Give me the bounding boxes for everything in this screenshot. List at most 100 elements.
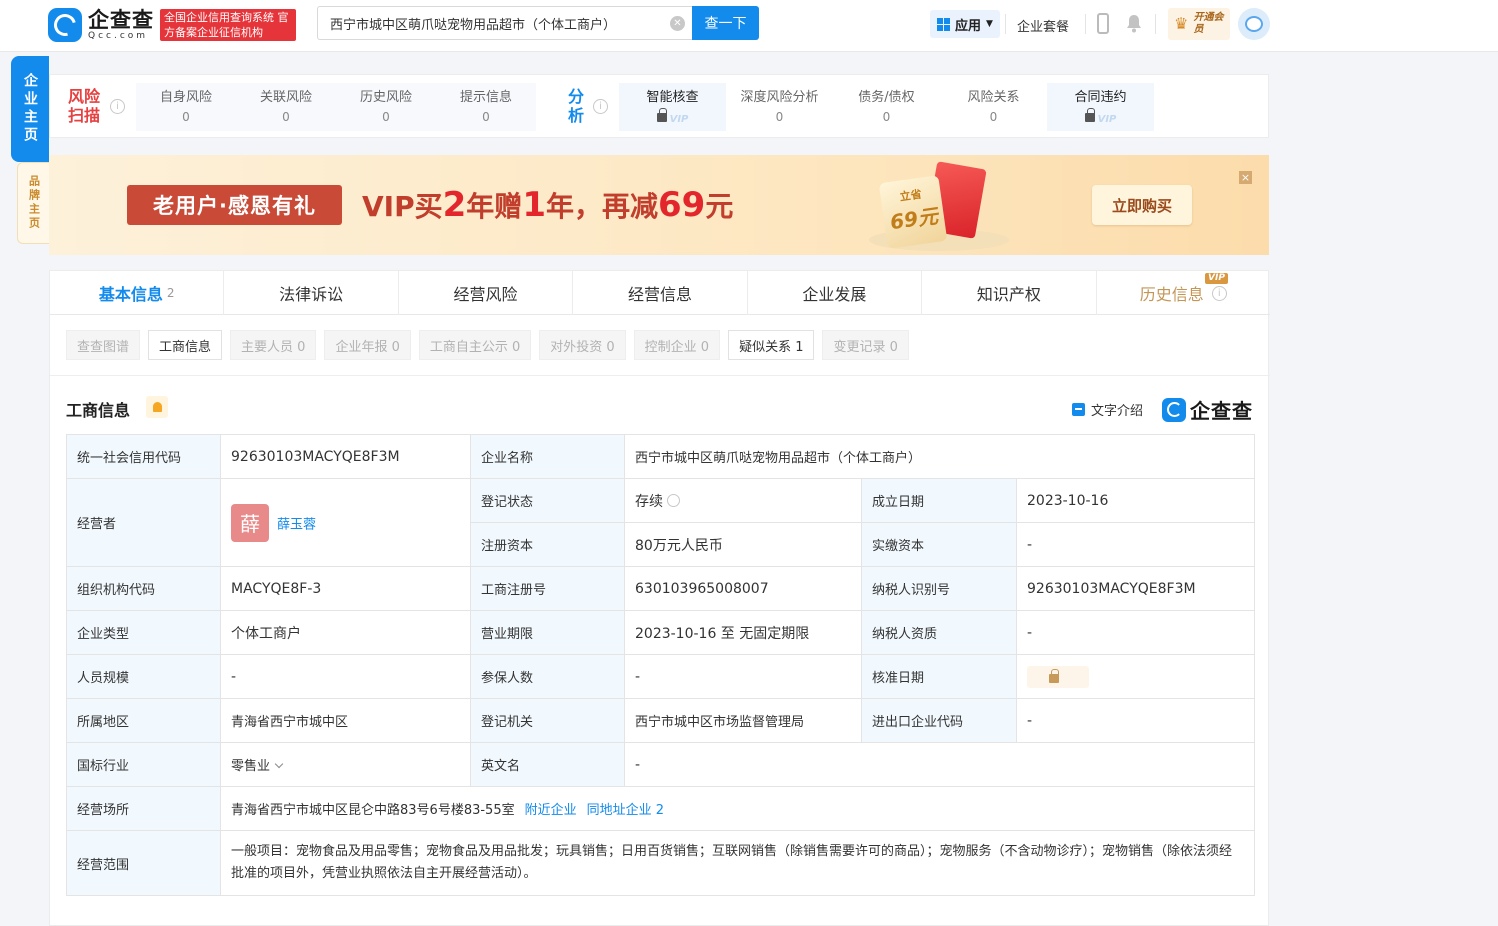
subtab-change-record: 变更记录 0	[822, 330, 909, 360]
caret-down-icon: ▼	[986, 19, 993, 29]
subtab-suspected-relation[interactable]: 疑似关系 1	[728, 330, 815, 360]
nearby-companies-link[interactable]: 附近企业	[525, 803, 577, 818]
lock-icon	[656, 108, 667, 122]
ent-type-value: 个体工商户	[220, 610, 471, 655]
sub-tabs: 查查图谱 工商信息 主要人员 0 企业年报 0 工商自主公示 0 对外投资 0 …	[66, 330, 909, 360]
field-label: 经营者	[66, 478, 221, 567]
mobile-phone-icon[interactable]	[1097, 13, 1109, 34]
analysis-item-debt[interactable]: 债务/债权 0	[833, 83, 940, 131]
risk-item-history[interactable]: 历史风险 0	[336, 83, 436, 131]
analysis-item-contract-breach[interactable]: 合同违约 VIP	[1047, 83, 1154, 131]
industry-value: 零售业	[231, 759, 271, 774]
field-label: 注册资本	[470, 522, 625, 567]
table-row: 国标行业 零售业 英文名 -	[66, 742, 1256, 787]
analysis-group: 智能核查 VIP 深度风险分析 0 债务/债权 0 风险关系 0 合同违约 VI…	[619, 83, 1154, 131]
side-tab-company-home[interactable]: 企业主页	[11, 56, 49, 162]
analysis-item-risk-relation[interactable]: 风险关系 0	[940, 83, 1047, 131]
tab-litigation[interactable]: 法律诉讼	[224, 271, 399, 315]
vip-lock-button[interactable]	[1027, 665, 1089, 688]
logo-text-en: Qcc.com	[88, 31, 149, 41]
tab-ip[interactable]: 知识产权	[922, 271, 1097, 315]
field-label: 纳税人资质	[861, 610, 1017, 655]
operator-name-link[interactable]: 薛玉蓉	[277, 517, 316, 532]
table-row: 人员规模 - 参保人数 - 核准日期	[66, 654, 1256, 699]
biz-reg-no-value: 630103965008007	[624, 566, 862, 611]
staff-size-value: -	[220, 654, 471, 699]
analysis-item-count: 0	[989, 110, 998, 124]
tab-history[interactable]: 历史信息 VIP i	[1097, 271, 1270, 315]
tab-development[interactable]: 企业发展	[748, 271, 923, 315]
subtab-business-registration[interactable]: 工商信息	[148, 330, 223, 360]
qcc-logo[interactable]: 企查查 Qcc.com 全国企业信用查询系统 官方备案企业征信机构	[48, 7, 296, 43]
field-label: 进出口企业代码	[861, 698, 1017, 743]
industry-dropdown[interactable]: 零售业	[220, 742, 471, 787]
field-label: 企业类型	[66, 610, 221, 655]
tab-label: 经营风险	[453, 285, 518, 304]
info-icon[interactable]: i	[110, 99, 125, 114]
info-icon[interactable]	[667, 494, 680, 507]
banner-text-part: VIP买	[362, 190, 443, 223]
risk-item-tips[interactable]: 提示信息 0	[436, 83, 536, 131]
taxpayer-id-value: 92630103MACYQE8F3M	[1015, 566, 1256, 611]
same-address-companies-link[interactable]: 同地址企业 2	[587, 803, 664, 818]
operator-avatar[interactable]: 薛	[231, 503, 269, 542]
analysis-item-deep-risk[interactable]: 深度风险分析 0	[726, 83, 833, 131]
tab-label: 企业发展	[802, 285, 867, 304]
field-label: 企业名称	[470, 434, 625, 479]
divider	[1005, 14, 1006, 34]
banner-tag: 老用户·感恩有礼	[127, 185, 342, 225]
insured-value: -	[624, 654, 862, 699]
analysis-item-count: 0	[882, 110, 891, 124]
divider	[1085, 14, 1086, 34]
reg-status-value: 存续	[635, 493, 663, 510]
risk-item-self[interactable]: 自身风险 0	[136, 83, 236, 131]
table-row: 经营者 薛薛玉蓉 登记状态 存续 成立日期 2023-10-16	[66, 478, 1256, 567]
user-avatar[interactable]	[1238, 8, 1270, 40]
divider	[50, 375, 1270, 376]
table-row: 企业类型 个体工商户 营业期限 2023-10-16 至 无固定期限 纳税人资质…	[66, 610, 1256, 655]
subscribe-bell-icon[interactable]	[146, 396, 168, 418]
buy-now-button[interactable]: 立即购买	[1092, 185, 1192, 225]
crown-icon: ♛	[1174, 14, 1189, 33]
info-icon[interactable]: i	[1211, 285, 1227, 301]
analysis-item-count: 0	[775, 110, 784, 124]
company-name-value: 西宁市城中区萌爪哒宠物用品超市（个体工商户）	[623, 434, 1256, 479]
banner-headline: VIP买2年赠1年，再减69元	[362, 185, 733, 227]
field-label: 英文名	[470, 742, 625, 787]
app-menu-button[interactable]: 应用 ▼	[930, 10, 1000, 38]
text-intro-button[interactable]: 文字介绍	[1072, 400, 1143, 419]
tab-basic-info[interactable]: 基本信息 2	[50, 271, 225, 315]
tab-label: 基本信息	[98, 285, 163, 304]
tab-label: 法律诉讼	[279, 285, 344, 304]
side-tab-brand-home[interactable]: 品牌主页	[17, 162, 49, 244]
analysis-item-smart-check[interactable]: 智能核查 VIP	[619, 83, 726, 131]
text-intro-label: 文字介绍	[1091, 404, 1144, 419]
subtab-self-disclosure: 工商自主公示 0	[418, 330, 532, 360]
table-row: 所属地区 青海省西宁市城中区 登记机关 西宁市城中区市场监督管理局 进出口企业代…	[66, 698, 1256, 743]
tab-business-risk[interactable]: 经营风险	[399, 271, 574, 315]
subtab-key-personnel: 主要人员 0	[230, 330, 317, 360]
tab-business-info[interactable]: 经营信息	[573, 271, 748, 315]
approval-date-cell	[1015, 654, 1256, 699]
promo-banner[interactable]: 老用户·感恩有礼 VIP买2年赠1年，再减69元 立省 69元 立即购买 ×	[49, 155, 1269, 255]
risk-scan-group: 自身风险 0 关联风险 0 历史风险 0 提示信息 0	[136, 83, 536, 131]
operator-cell: 薛薛玉蓉	[220, 478, 471, 567]
close-icon[interactable]: ×	[1239, 171, 1252, 184]
field-label: 成立日期	[861, 478, 1017, 523]
table-row: 组织机构代码 MACYQE8F-3 工商注册号 630103965008007 …	[66, 566, 1256, 611]
logo-text-cn: 企查查	[88, 8, 154, 32]
risk-item-related[interactable]: 关联风险 0	[236, 83, 336, 131]
search-input[interactable]: 西宁市城中区萌爪哒宠物用品超市（个体工商户） ✕	[317, 6, 693, 40]
clear-icon[interactable]: ✕	[670, 16, 685, 31]
open-vip-button[interactable]: ♛ 开通会员	[1168, 8, 1230, 40]
vip-watermark: VIP	[1097, 114, 1117, 125]
enterprise-package-link[interactable]: 企业套餐	[1017, 16, 1069, 35]
table-row: 统一社会信用代码 92630103MACYQE8F3M 企业名称 西宁市城中区萌…	[66, 434, 1256, 479]
info-icon[interactable]: i	[593, 99, 608, 114]
english-name-value: -	[623, 742, 1256, 787]
vip-watermark: VIP	[669, 114, 689, 125]
notification-bell-icon[interactable]	[1125, 13, 1143, 33]
field-label: 登记状态	[470, 478, 625, 523]
search-button[interactable]: 查一下	[692, 6, 759, 40]
risk-scan-label: 风险扫描	[68, 87, 101, 125]
